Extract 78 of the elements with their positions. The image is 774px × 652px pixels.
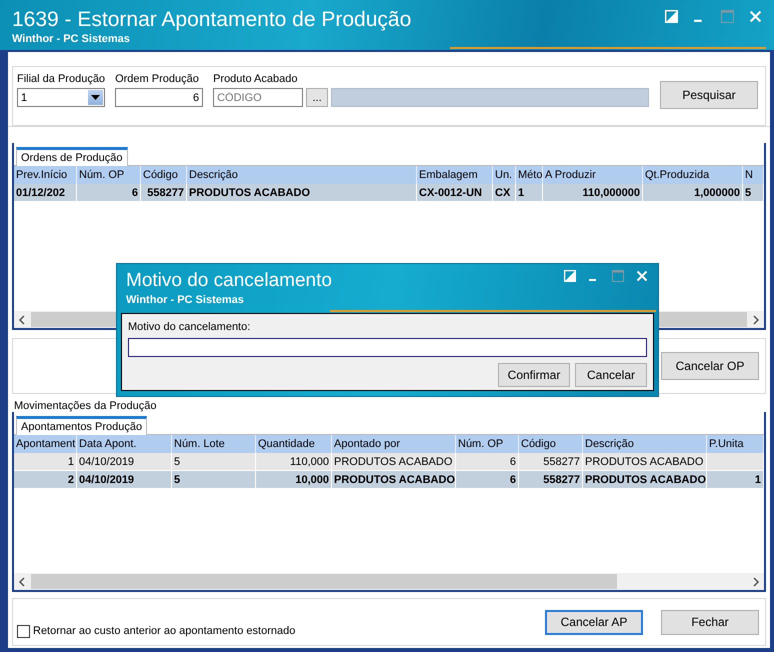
search-button[interactable]: Pesquisar xyxy=(660,81,758,109)
table-cell: PRODUTOS ACABADO xyxy=(583,471,707,489)
column-header[interactable]: P.Unita xyxy=(707,435,764,453)
column-header[interactable]: Descrição xyxy=(187,166,417,184)
group-label: Movimentações da Produção xyxy=(14,400,156,412)
table-cell: 6 xyxy=(456,471,519,489)
table-cell: 1 xyxy=(707,471,764,489)
cancel-op-button[interactable]: Cancelar OP xyxy=(661,352,759,380)
column-header[interactable]: N xyxy=(743,166,764,184)
table-row[interactable]: 01/12/202 6 558277 PRODUTOS ACABADO CX-0012-UN CX 1 110,000000 1,000000 5 xyxy=(14,184,764,202)
column-header[interactable]: Núm. OP xyxy=(456,435,519,453)
reason-field[interactable] xyxy=(128,338,647,357)
footer-button[interactable]: Fechar xyxy=(661,610,759,634)
column-header[interactable]: Un. xyxy=(493,166,516,184)
table-cell: 558277 xyxy=(519,471,583,489)
table-cell: 04/10/2019 xyxy=(77,471,172,489)
snap-icon[interactable] xyxy=(665,10,678,23)
column-header[interactable]: Código xyxy=(141,166,187,184)
column-header[interactable]: Código xyxy=(519,435,583,453)
dialog-button[interactable]: Cancelar xyxy=(575,363,647,387)
column-header[interactable]: Núm. Lote xyxy=(172,435,256,453)
table-cell: PRODUTOS ACABADO xyxy=(332,453,456,471)
column-header[interactable]: Prev.Início xyxy=(14,166,77,184)
column-header[interactable]: Núm. OP xyxy=(77,166,141,184)
column-header[interactable]: Apontado por xyxy=(332,435,456,453)
dialog-button[interactable]: Confirmar xyxy=(498,363,570,387)
window-title: 1639 - Estornar Apontamento de Produção xyxy=(12,8,412,32)
field-label: Motivo do cancelamento: xyxy=(128,321,250,333)
checkbox-label: Retornar ao custo anterior ao apontamento estornado xyxy=(33,625,296,637)
table-cell: 1 xyxy=(14,453,77,471)
branch-dropdown[interactable]: 1 xyxy=(17,88,105,107)
panel-tab[interactable]: Apontamentos Produção xyxy=(16,416,148,435)
table-cell: 110,000 xyxy=(256,453,332,471)
scrollbar-thumb[interactable] xyxy=(31,574,617,589)
column-header[interactable]: Descrição xyxy=(583,435,707,453)
table-cell: 6 xyxy=(77,184,141,202)
table-cell: 5 xyxy=(743,184,764,202)
column-header[interactable]: Data Apont. xyxy=(77,435,172,453)
field-label: Produto Acabado xyxy=(213,73,298,85)
table-cell: 6 xyxy=(456,453,519,471)
table-cell: 110,000000 xyxy=(543,184,643,202)
footer-button[interactable]: Cancelar AP xyxy=(545,610,643,634)
table-cell: 04/10/2019 xyxy=(77,453,172,471)
snap-icon[interactable] xyxy=(564,270,576,282)
table-cell: 5 xyxy=(172,471,256,489)
dialog-subtitle: Winthor - PC Sistemas xyxy=(126,294,244,306)
table-row[interactable]: 1 04/10/2019 5 110,000 PRODUTOS ACABADO 6 558277 PRODUTOS ACABADO xyxy=(14,453,764,471)
browse-button[interactable]: ... xyxy=(306,88,328,107)
table-cell: CX-0012-UN xyxy=(417,184,493,202)
column-header[interactable]: Méto xyxy=(516,166,543,184)
table-cell: PRODUTOS ACABADO xyxy=(583,453,707,471)
field-label: Ordem Produção xyxy=(115,73,200,85)
table-row[interactable]: 2 04/10/2019 5 10,000 PRODUTOS ACABADO 6 558277 PRODUTOS ACABADO 1 xyxy=(14,471,764,489)
table-cell: 01/12/202 xyxy=(14,184,77,202)
table-cell: 2 xyxy=(14,471,77,489)
column-header[interactable]: Apontament xyxy=(14,435,77,453)
checkbox[interactable] xyxy=(17,624,30,638)
column-header[interactable]: A Produzir xyxy=(543,166,643,184)
close-icon[interactable] xyxy=(636,270,648,282)
dropdown-arrow-icon[interactable] xyxy=(91,95,100,100)
table-cell: 5 xyxy=(172,453,256,471)
table-cell: CX xyxy=(493,184,516,202)
panel-tab[interactable]: Ordens de Produção xyxy=(16,147,128,166)
column-header[interactable]: Quantidade xyxy=(256,435,332,453)
order-field[interactable]: 6 xyxy=(115,88,204,107)
table-cell: PRODUTOS ACABADO xyxy=(332,471,456,489)
table-cell: 558277 xyxy=(141,184,187,202)
column-header[interactable]: Embalagem xyxy=(417,166,493,184)
field-label: Filial da Produção xyxy=(17,73,106,85)
column-header[interactable]: Qt.Produzida xyxy=(643,166,743,184)
close-icon[interactable] xyxy=(749,10,762,23)
table-cell: 1,000000 xyxy=(643,184,743,202)
table-cell: 558277 xyxy=(519,453,583,471)
table-cell: PRODUTOS ACABADO xyxy=(187,184,417,202)
table-cell: 1 xyxy=(516,184,543,202)
window-subtitle: Winthor - PC Sistemas xyxy=(12,33,130,45)
dialog-title: Motivo do cancelamento xyxy=(126,270,332,292)
table-cell: 10,000 xyxy=(256,471,332,489)
